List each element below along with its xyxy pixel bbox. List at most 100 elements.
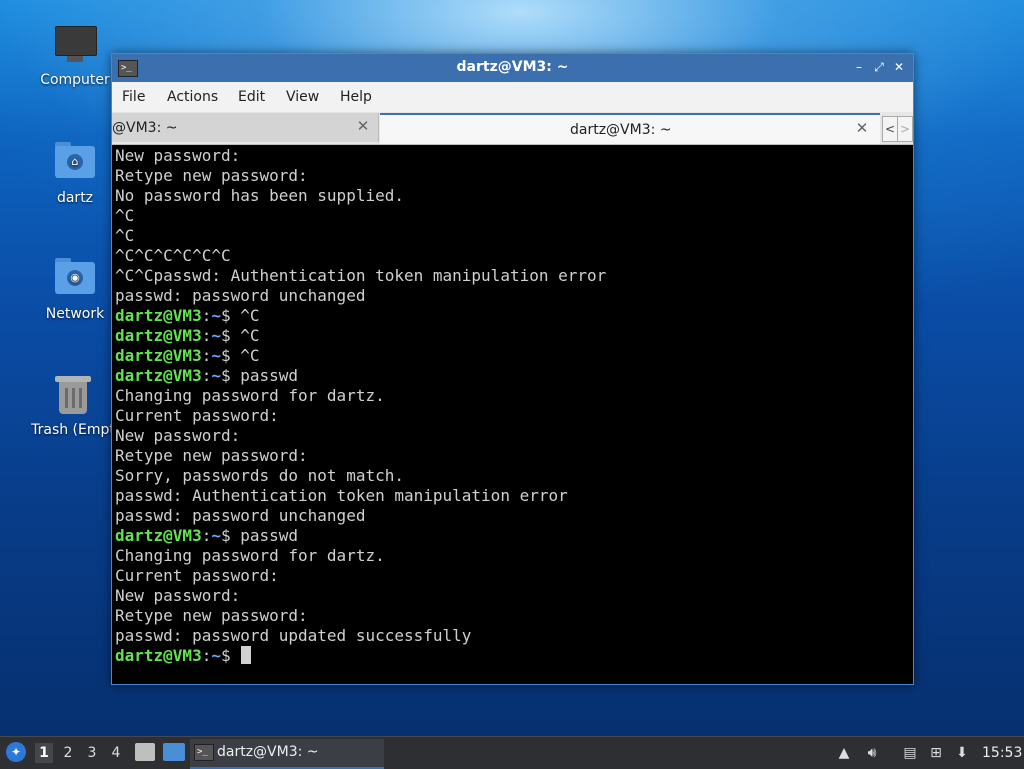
terminal-line: passwd: password updated successfully [115, 626, 472, 645]
prompt-symbol: $ [220, 326, 231, 345]
tab-1[interactable]: @VM3: ~ ✕ [112, 113, 379, 142]
prompt-path: ~ [211, 326, 221, 345]
prompt-user: dartz@VM3 [115, 306, 202, 325]
terminal-line: passwd: password unchanged [115, 286, 366, 305]
volume-icon[interactable]: 🔊︎ [864, 745, 880, 761]
network-icon[interactable]: ⊞ [928, 745, 944, 761]
terminal-output[interactable]: New password: Retype new password: No pass… [114, 146, 911, 680]
command-text: ^C [230, 346, 260, 365]
prompt-user: dartz@VM3 [115, 526, 202, 545]
workspace-1[interactable]: 1 [35, 743, 53, 763]
prompt-user: dartz@VM3 [115, 646, 202, 665]
prompt-separator: : [201, 646, 212, 665]
taskbar: ✦ 1 2 3 4 >_ dartz@VM3: ~ ▲ 🔊︎ ▤ ⊞ ⬇ 15:… [0, 736, 1024, 769]
prompt-separator: : [201, 366, 212, 385]
minimize-button[interactable]: – [850, 58, 868, 76]
command-text: ^C [230, 306, 260, 325]
command-text: passwd [230, 366, 299, 385]
menu-edit[interactable]: Edit [238, 89, 265, 105]
tab-2[interactable]: dartz@VM3: ~ ✕ [380, 113, 880, 144]
clipboard-icon[interactable]: ▤ [902, 745, 918, 761]
tab-close-icon[interactable]: ✕ [854, 119, 870, 137]
show-desktop-icon[interactable] [163, 743, 185, 761]
command-text [231, 646, 241, 665]
notification-icon[interactable]: ▲ [836, 745, 852, 761]
terminal-prompt-line: dartz@VM3:~$ passwd [115, 526, 911, 546]
command-text: ^C [230, 326, 260, 345]
tab-label: @VM3: ~ [112, 120, 178, 136]
maximize-button[interactable]: ⤢ [870, 58, 888, 76]
terminal-line: Retype new password: [115, 446, 308, 465]
desktop-icon-network[interactable]: ◉ Network [27, 256, 123, 322]
prompt-separator: : [201, 346, 212, 365]
workspace-4[interactable]: 4 [107, 743, 125, 763]
workspace-3[interactable]: 3 [83, 743, 101, 763]
desktop-icon-label: Computer [40, 72, 110, 88]
terminal-line: Current password: [115, 406, 279, 425]
terminal-line: ^C [115, 226, 135, 245]
desktop-icon-computer[interactable]: Computer [27, 22, 123, 88]
prompt-user: dartz@VM3 [115, 366, 202, 385]
close-button[interactable]: ✕ [890, 58, 908, 76]
terminal-line: New password: [115, 586, 241, 605]
start-menu-icon[interactable]: ✦ [6, 742, 26, 762]
prompt-path: ~ [211, 346, 221, 365]
clock: 15:53 [982, 745, 1023, 761]
terminal-prompt-line: dartz@VM3:~$ passwd [115, 366, 911, 386]
tab-label: dartz@VM3: ~ [570, 122, 672, 138]
terminal-line: Changing password for dartz. [115, 386, 385, 405]
desktop-icon-trash[interactable]: Trash (Empt [27, 372, 119, 438]
prompt-path: ~ [211, 366, 221, 385]
prompt-separator: : [201, 306, 212, 325]
terminal-line: New password: [115, 146, 241, 165]
trash-icon [51, 372, 95, 416]
menu-view[interactable]: View [286, 89, 319, 105]
task-label: dartz@VM3: ~ [217, 744, 319, 760]
terminal-window: >_ dartz@VM3: ~ – ⤢ ✕ File Actions Edit … [111, 53, 914, 685]
terminal-line: passwd: password unchanged [115, 506, 366, 525]
home-folder-icon: ⌂ [53, 140, 97, 184]
tab-close-icon[interactable]: ✕ [355, 117, 371, 135]
terminal-line: ^C [115, 206, 135, 225]
computer-icon [53, 22, 97, 66]
terminal-line: ^C^C^C^C^C^C [115, 246, 231, 265]
terminal-prompt-line: dartz@VM3:~$ ^C [115, 326, 911, 346]
terminal-line: ^C^Cpasswd: Authentication token manipul… [115, 266, 607, 285]
workspace-2[interactable]: 2 [59, 743, 77, 763]
window-titlebar[interactable]: >_ dartz@VM3: ~ – ⤢ ✕ [112, 54, 913, 82]
terminal-prompt-line: dartz@VM3:~$ ^C [115, 346, 911, 366]
desktop-icon-home[interactable]: ⌂ dartz [27, 140, 123, 206]
text-cursor [241, 646, 252, 664]
desktop-icon-label: Network [45, 306, 105, 322]
update-icon[interactable]: ⬇ [954, 745, 970, 761]
prompt-symbol: $ [220, 366, 231, 385]
terminal-icon: >_ [194, 744, 214, 761]
prompt-separator: : [201, 326, 212, 345]
terminal-line: Retype new password: [115, 606, 308, 625]
terminal-line: Changing password for dartz. [115, 546, 385, 565]
tab-scroll-right-icon[interactable]: > [897, 116, 913, 142]
prompt-symbol: $ [220, 346, 231, 365]
window-title: dartz@VM3: ~ [456, 59, 569, 75]
prompt-symbol: $ [220, 306, 231, 325]
desktop-icon-label: dartz [56, 190, 94, 206]
file-manager-icon[interactable] [135, 743, 155, 761]
menu-file[interactable]: File [122, 89, 145, 105]
prompt-symbol: $ [220, 526, 231, 545]
terminal-line: New password: [115, 426, 241, 445]
terminal-prompt-line: dartz@VM3:~$ [115, 646, 911, 666]
terminal-line: Retype new password: [115, 166, 308, 185]
tab-bar: @VM3: ~ ✕ dartz@VM3: ~ ✕ < > [112, 112, 913, 145]
menu-help[interactable]: Help [340, 89, 372, 105]
prompt-path: ~ [211, 306, 221, 325]
menu-actions[interactable]: Actions [167, 89, 218, 105]
network-folder-icon: ◉ [53, 256, 97, 300]
terminal-prompt-line: dartz@VM3:~$ ^C [115, 306, 911, 326]
terminal-line: No password has been supplied. [115, 186, 404, 205]
prompt-path: ~ [211, 526, 221, 545]
terminal-line: Current password: [115, 566, 279, 585]
tab-scroll-left-icon[interactable]: < [882, 116, 898, 142]
taskbar-task-terminal[interactable]: >_ dartz@VM3: ~ [190, 739, 384, 769]
prompt-user: dartz@VM3 [115, 326, 202, 345]
terminal-line: passwd: Authentication token manipulatio… [115, 486, 568, 505]
